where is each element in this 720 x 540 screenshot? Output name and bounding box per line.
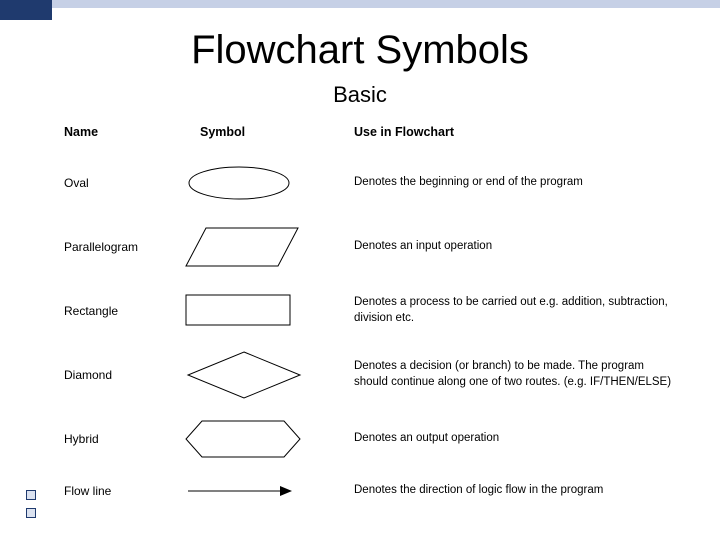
table-row: Oval Denotes the beginning or end of the… xyxy=(64,154,680,212)
symbol-name: Diamond xyxy=(64,368,184,382)
symbol-name: Parallelogram xyxy=(64,240,184,254)
diamond-icon xyxy=(184,350,304,400)
table-header-row: Name Symbol Use in Flowchart xyxy=(64,118,680,146)
slide-subtitle: Basic xyxy=(0,82,720,108)
symbol-use: Denotes a decision (or branch) to be mad… xyxy=(324,359,680,390)
symbol-cell xyxy=(184,163,324,203)
arrow-icon xyxy=(184,481,294,501)
oval-icon xyxy=(184,163,294,203)
decorative-square-icon xyxy=(26,490,36,500)
table-row: Parallelogram Denotes an input operation xyxy=(64,218,680,276)
header-name: Name xyxy=(64,125,184,139)
rectangle-icon xyxy=(184,293,294,329)
table-row: Rectangle Denotes a process to be carrie… xyxy=(64,282,680,340)
symbol-name: Hybrid xyxy=(64,432,184,446)
table-row: Flow line Denotes the direction of logic… xyxy=(64,474,680,508)
header-use: Use in Flowchart xyxy=(324,124,680,141)
symbol-name: Oval xyxy=(64,176,184,190)
symbol-use: Denotes an output operation xyxy=(324,431,680,447)
symbol-name: Rectangle xyxy=(64,304,184,318)
symbol-cell xyxy=(184,350,324,400)
decorative-square-icon xyxy=(26,508,36,518)
parallelogram-icon xyxy=(184,224,304,270)
symbol-cell xyxy=(184,224,324,270)
accent-dark-block xyxy=(0,0,52,20)
slide-top-accent xyxy=(0,0,720,20)
symbol-cell xyxy=(184,417,324,461)
symbol-cell xyxy=(184,293,324,329)
table-row: Diamond Denotes a decision (or branch) t… xyxy=(64,346,680,404)
symbol-use: Denotes a process to be carried out e.g.… xyxy=(324,295,680,326)
symbol-name: Flow line xyxy=(64,484,184,498)
hybrid-icon xyxy=(184,417,304,461)
symbol-use: Denotes the beginning or end of the prog… xyxy=(324,175,680,191)
symbol-use: Denotes an input operation xyxy=(324,239,680,255)
accent-light-bar xyxy=(52,0,720,8)
header-symbol: Symbol xyxy=(184,125,324,139)
symbol-use: Denotes the direction of logic flow in t… xyxy=(324,483,680,499)
slide-title: Flowchart Symbols xyxy=(0,28,720,73)
symbols-table: Name Symbol Use in Flowchart Oval Denote… xyxy=(64,118,680,514)
table-row: Hybrid Denotes an output operation xyxy=(64,410,680,468)
symbol-cell xyxy=(184,481,324,501)
